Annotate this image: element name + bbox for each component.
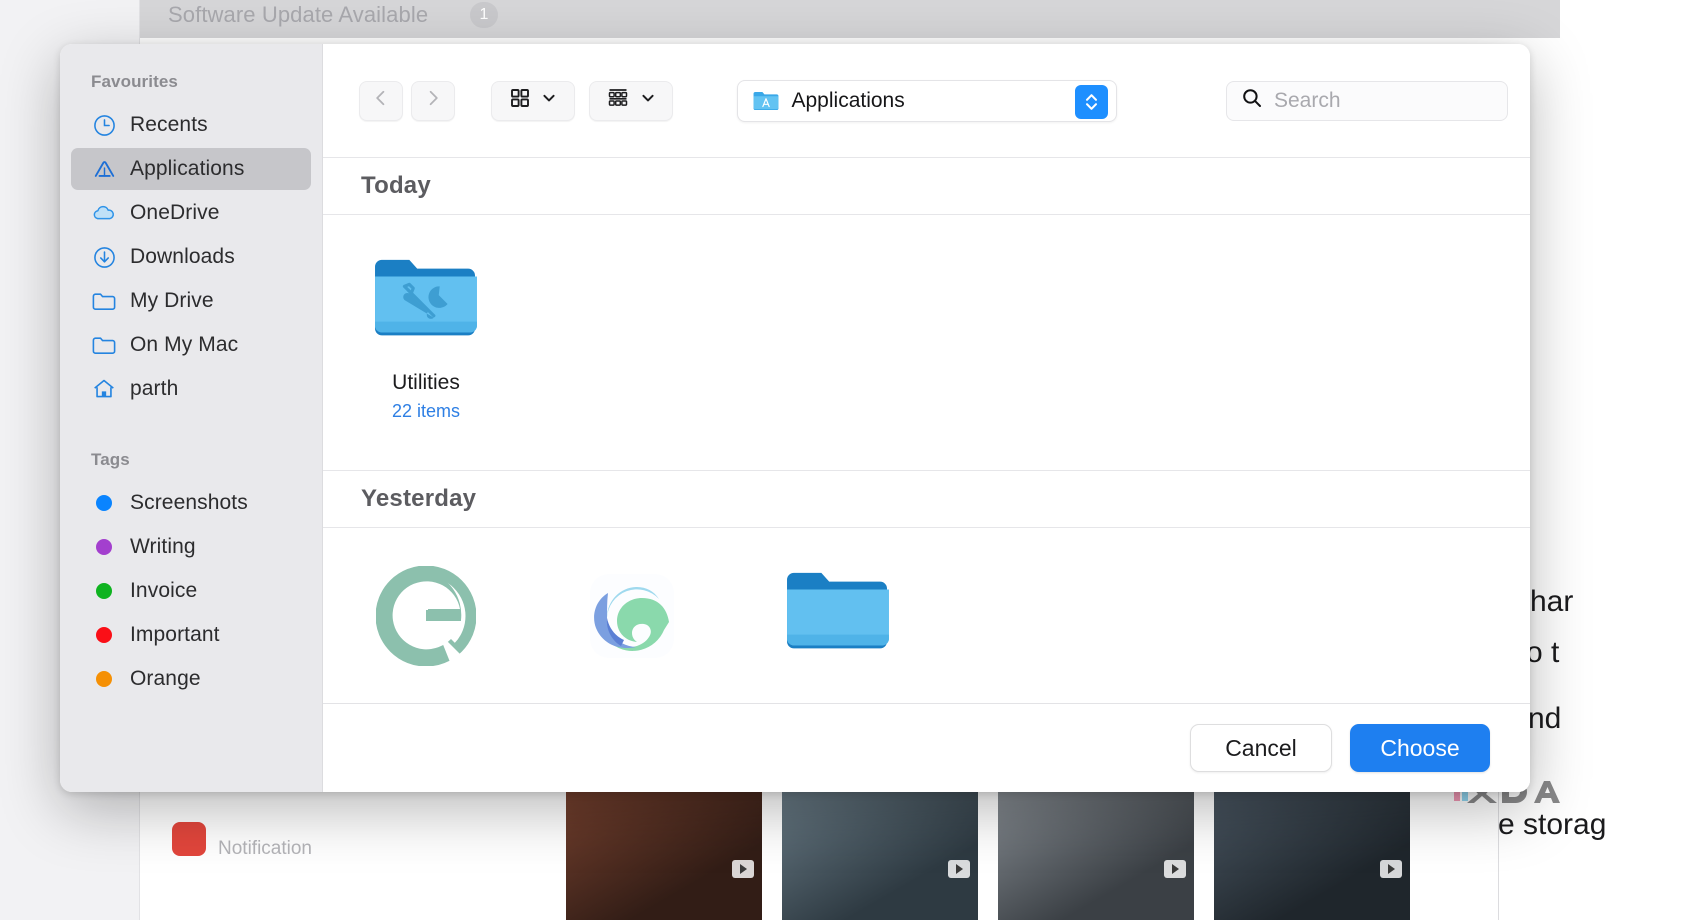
background-text-fragment-1: har <box>1530 585 1574 618</box>
sidebar-tag-writing[interactable]: Writing <box>71 526 311 568</box>
cloud-icon <box>91 200 117 226</box>
tag-color-dot-icon <box>91 578 117 604</box>
file-name: Utilities <box>392 371 460 394</box>
section-title: Yesterday <box>361 485 477 512</box>
download-icon <box>91 244 117 270</box>
folder-icon <box>91 332 117 358</box>
section-title: Today <box>361 172 431 199</box>
sidebar-item-label: Downloads <box>130 245 235 268</box>
sidebar-item-label: Applications <box>130 157 245 180</box>
sidebar-tag-orange[interactable]: Orange <box>71 658 311 700</box>
background-text-fragment-2: o t <box>1526 636 1560 669</box>
cancel-button[interactable]: Cancel <box>1190 724 1332 772</box>
tag-color-dot-icon <box>91 534 117 560</box>
file-item-folder[interactable] <box>735 564 941 703</box>
section-header-yesterday: Yesterday <box>323 471 1530 528</box>
file-picker-dialog: Favourites Recents Applications OneDrive… <box>60 44 1530 792</box>
chevron-down-icon <box>640 90 656 111</box>
sidebar-item-applications[interactable]: Applications <box>71 148 311 190</box>
back-button[interactable] <box>359 80 403 121</box>
file-item-grammarly[interactable] <box>323 564 529 703</box>
sidebar-item-on-my-mac[interactable]: On My Mac <box>71 324 311 366</box>
background-thumbnail <box>782 780 978 920</box>
sidebar-tag-label: Invoice <box>130 579 198 602</box>
utilities-folder-icon <box>371 251 481 355</box>
background-update-badge: 1 <box>470 2 498 28</box>
group-by-button[interactable] <box>589 80 673 121</box>
section-body-yesterday <box>323 528 1530 703</box>
sidebar-item-parth[interactable]: parth <box>71 368 311 410</box>
blue-folder-icon <box>783 564 893 668</box>
chevron-right-icon <box>423 88 443 113</box>
file-item-utilities[interactable]: Utilities 22 items <box>323 251 529 470</box>
search-input[interactable]: Search <box>1226 80 1508 121</box>
sidebar-tag-label: Screenshots <box>130 491 248 514</box>
view-controls <box>491 80 673 121</box>
main-area: Applications Search Today Utilities 22 i… <box>323 44 1530 792</box>
folder-icon <box>91 288 117 314</box>
tag-color-dot-icon <box>91 490 117 516</box>
clock-icon <box>91 112 117 138</box>
background-text-fragment-4: e storag <box>1498 808 1607 841</box>
home-icon <box>91 376 117 402</box>
background-text-fragment-3: nd <box>1528 702 1562 735</box>
sidebar-item-label: My Drive <box>130 289 214 312</box>
tag-color-dot-icon <box>91 622 117 648</box>
search-placeholder: Search <box>1274 88 1341 112</box>
sidebar: Favourites Recents Applications OneDrive… <box>60 44 323 792</box>
choose-button[interactable]: Choose <box>1350 724 1490 772</box>
file-item-microsoft-edge[interactable] <box>529 564 735 703</box>
file-subtitle: 22 items <box>391 401 461 421</box>
applications-folder-icon <box>752 89 780 113</box>
sidebar-section-favourites-header: Favourites <box>91 72 178 91</box>
path-popup-button[interactable]: Applications <box>736 79 1117 122</box>
chevron-left-icon <box>371 88 391 113</box>
section-body-today: Utilities 22 items <box>323 215 1530 471</box>
list-group-icon <box>606 87 630 114</box>
sidebar-item-downloads[interactable]: Downloads <box>71 236 311 278</box>
toolbar: Applications Search <box>323 44 1530 157</box>
background-app-icon <box>172 822 206 856</box>
sidebar-item-label: OneDrive <box>130 201 220 224</box>
sidebar-tag-screenshots[interactable]: Screenshots <box>71 482 311 524</box>
background-thumbnail <box>1214 780 1410 920</box>
background-software-update-text: Software Update Available <box>168 2 429 27</box>
sidebar-tag-invoice[interactable]: Invoice <box>71 570 311 612</box>
dialog-footer: Cancel Choose <box>323 703 1530 792</box>
sidebar-item-onedrive[interactable]: OneDrive <box>71 192 311 234</box>
up-down-stepper-icon[interactable] <box>1074 84 1108 119</box>
sidebar-item-my-drive[interactable]: My Drive <box>71 280 311 322</box>
sidebar-item-label: Recents <box>130 113 208 136</box>
microsoft-edge-app-icon <box>577 564 687 668</box>
grammarly-app-icon <box>371 564 481 668</box>
grid-view-icon <box>509 87 531 114</box>
navigation-buttons <box>359 80 455 121</box>
section-header-today: Today <box>323 158 1530 215</box>
sidebar-tag-important[interactable]: Important <box>71 614 311 656</box>
sidebar-tag-label: Orange <box>130 667 201 690</box>
sidebar-item-label: On My Mac <box>130 333 239 356</box>
view-mode-button[interactable] <box>491 80 575 121</box>
search-icon <box>1241 87 1263 114</box>
applications-icon <box>91 156 117 182</box>
sidebar-item-recents[interactable]: Recents <box>71 104 311 146</box>
sidebar-section-tags-header: Tags <box>91 450 130 469</box>
file-browser-content: Today Utilities 22 items Yesterday <box>323 157 1530 703</box>
background-thumbnail <box>998 780 1194 920</box>
sidebar-tag-label: Writing <box>130 535 196 558</box>
background-notification-text: Notification <box>218 838 312 859</box>
chevron-down-icon <box>541 90 557 111</box>
background-thumbnail <box>566 780 762 920</box>
tag-color-dot-icon <box>91 666 117 692</box>
sidebar-item-label: parth <box>130 377 179 400</box>
sidebar-tag-label: Important <box>130 623 220 646</box>
forward-button[interactable] <box>411 80 455 121</box>
path-label: Applications <box>791 88 905 112</box>
